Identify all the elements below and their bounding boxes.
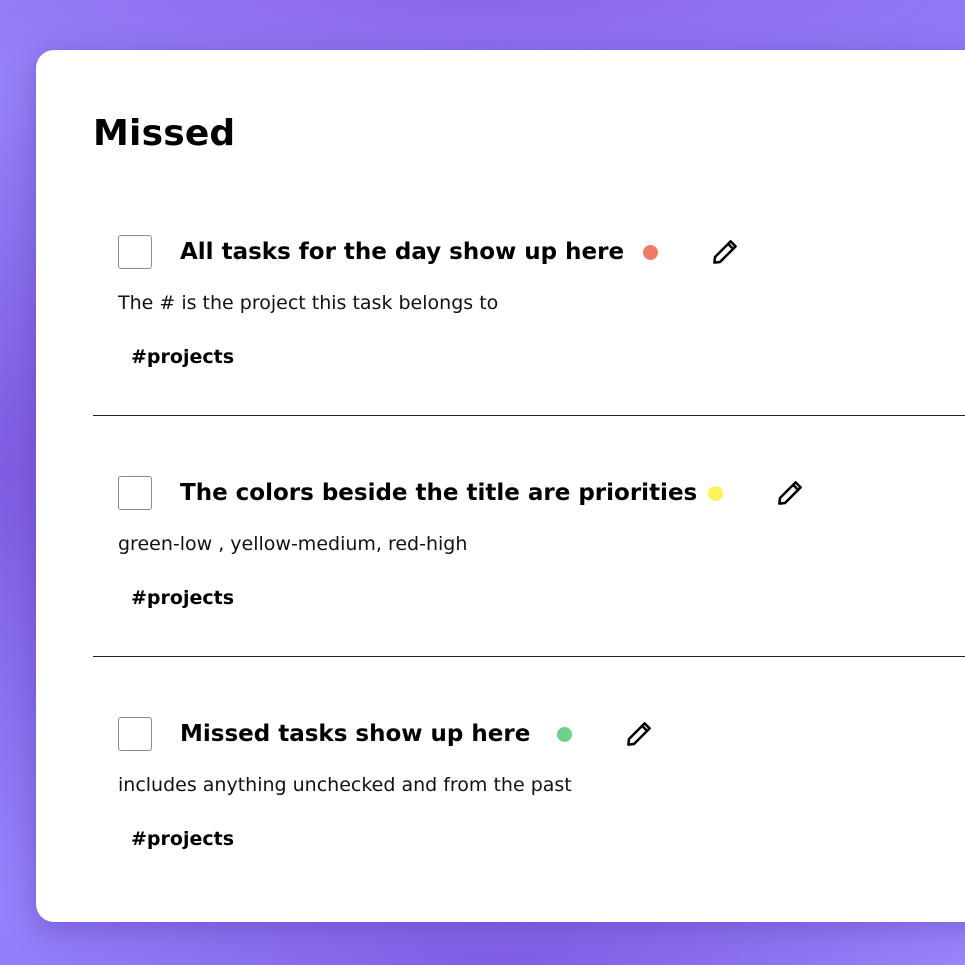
- task-checkbox[interactable]: [118, 717, 152, 751]
- task-item: Missed tasks show up here includes anyth…: [93, 715, 965, 850]
- priority-dot: [708, 486, 723, 501]
- task-header: All tasks for the day show up here: [93, 233, 965, 273]
- priority-dot: [557, 727, 572, 742]
- task-title: The colors beside the title are prioriti…: [180, 480, 698, 506]
- divider: [93, 656, 965, 657]
- task-header: Missed tasks show up here: [93, 715, 965, 755]
- task-item: All tasks for the day show up here The #…: [93, 233, 965, 368]
- task-project-tag[interactable]: #projects: [131, 343, 234, 371]
- pencil-icon[interactable]: [624, 719, 654, 749]
- task-checkbox[interactable]: [118, 476, 152, 510]
- task-checkbox[interactable]: [118, 235, 152, 269]
- task-description: green-low , yellow-medium, red-high: [118, 533, 468, 555]
- pencil-icon[interactable]: [775, 478, 805, 508]
- task-title: Missed tasks show up here: [180, 721, 531, 747]
- task-description: includes anything unchecked and from the…: [118, 774, 572, 796]
- divider: [93, 415, 965, 416]
- task-description: The # is the project this task belongs t…: [118, 292, 499, 314]
- pencil-icon[interactable]: [710, 237, 740, 267]
- task-project-tag[interactable]: #projects: [131, 825, 234, 853]
- task-item: The colors beside the title are prioriti…: [93, 474, 965, 609]
- task-card: Missed All tasks for the day show up her…: [36, 50, 965, 922]
- task-project-tag[interactable]: #projects: [131, 584, 234, 612]
- section-title: Missed: [93, 113, 236, 154]
- task-title: All tasks for the day show up here: [180, 239, 625, 265]
- task-header: The colors beside the title are prioriti…: [93, 474, 965, 514]
- priority-dot: [643, 245, 658, 260]
